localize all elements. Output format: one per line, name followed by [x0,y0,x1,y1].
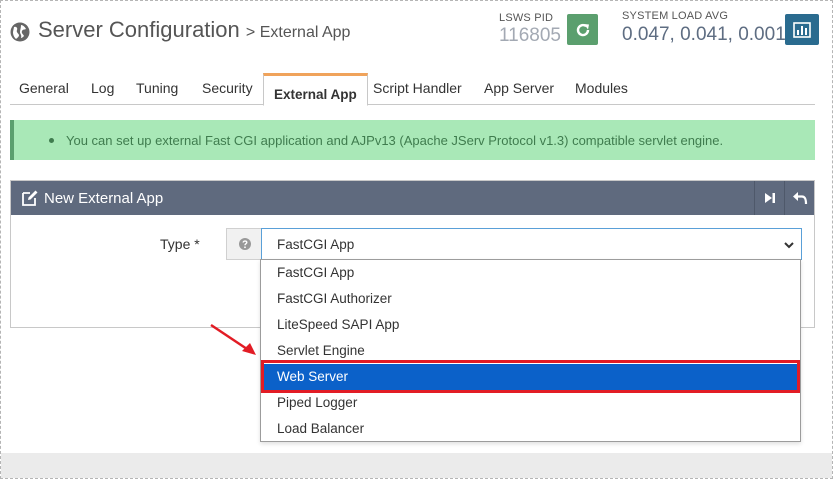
help-button[interactable] [226,228,262,260]
tab-security[interactable]: Security [202,80,253,96]
refresh-icon [576,23,589,36]
option-servlet-engine[interactable]: Servlet Engine [261,338,800,364]
tab-general[interactable]: General [19,80,69,96]
edit-icon [22,190,38,206]
tab-log[interactable]: Log [91,80,114,96]
option-fastcgi-authorizer[interactable]: FastCGI Authorizer [261,286,800,312]
panel-header: New External App [11,181,814,215]
pid-label: LSWS PID [499,12,554,24]
option-web-server[interactable]: Web Server [261,364,800,390]
info-alert: You can set up external Fast CGI applica… [10,120,815,160]
back-button[interactable] [784,181,814,215]
load-block: SYSTEM LOAD AVG 0.047, 0.041, 0.001 [622,10,786,46]
type-label: Type * [160,236,200,252]
chevron-down-icon [784,242,794,249]
option-load-balancer[interactable]: Load Balancer [261,416,800,442]
type-select-value: FastCGI App [277,237,355,252]
question-icon [238,238,251,250]
breadcrumb: > External App [245,24,351,41]
type-select[interactable]: FastCGI App [261,228,802,260]
bullet-icon [49,137,54,143]
load-value: 0.047, 0.041, 0.001 [622,24,786,45]
globe-icon [10,22,30,42]
option-piped-logger[interactable]: Piped Logger [261,390,800,416]
option-litespeed-sapi-app[interactable]: LiteSpeed SAPI App [261,312,800,338]
tab-external-app[interactable]: External App [263,73,368,106]
pid-value: 116805 [499,25,561,46]
pid-block: LSWS PID 116805 [499,12,561,47]
footer-band [1,453,832,478]
load-chart-button[interactable] [785,14,819,45]
panel-title: New External App [44,189,164,207]
alert-text: You can set up external Fast CGI applica… [66,132,724,148]
load-label: SYSTEM LOAD AVG [622,10,729,22]
restart-button[interactable] [567,14,598,45]
tab-script-handler[interactable]: Script Handler [373,80,462,96]
page-title-text: Server Configuration [38,17,240,42]
option-fastcgi-app[interactable]: FastCGI App [261,260,800,286]
type-dropdown-list: FastCGI App FastCGI Authorizer LiteSpeed… [260,259,801,442]
tab-bar: General Log Tuning Security External App… [10,73,815,106]
next-icon [764,193,775,203]
bar-chart-icon [793,21,811,38]
next-button[interactable] [754,181,784,215]
tab-modules[interactable]: Modules [575,80,628,96]
page-title: Server Configuration > External App [38,17,350,43]
tab-tuning[interactable]: Tuning [136,80,178,96]
back-icon [792,192,807,205]
tab-app-server[interactable]: App Server [484,80,554,96]
